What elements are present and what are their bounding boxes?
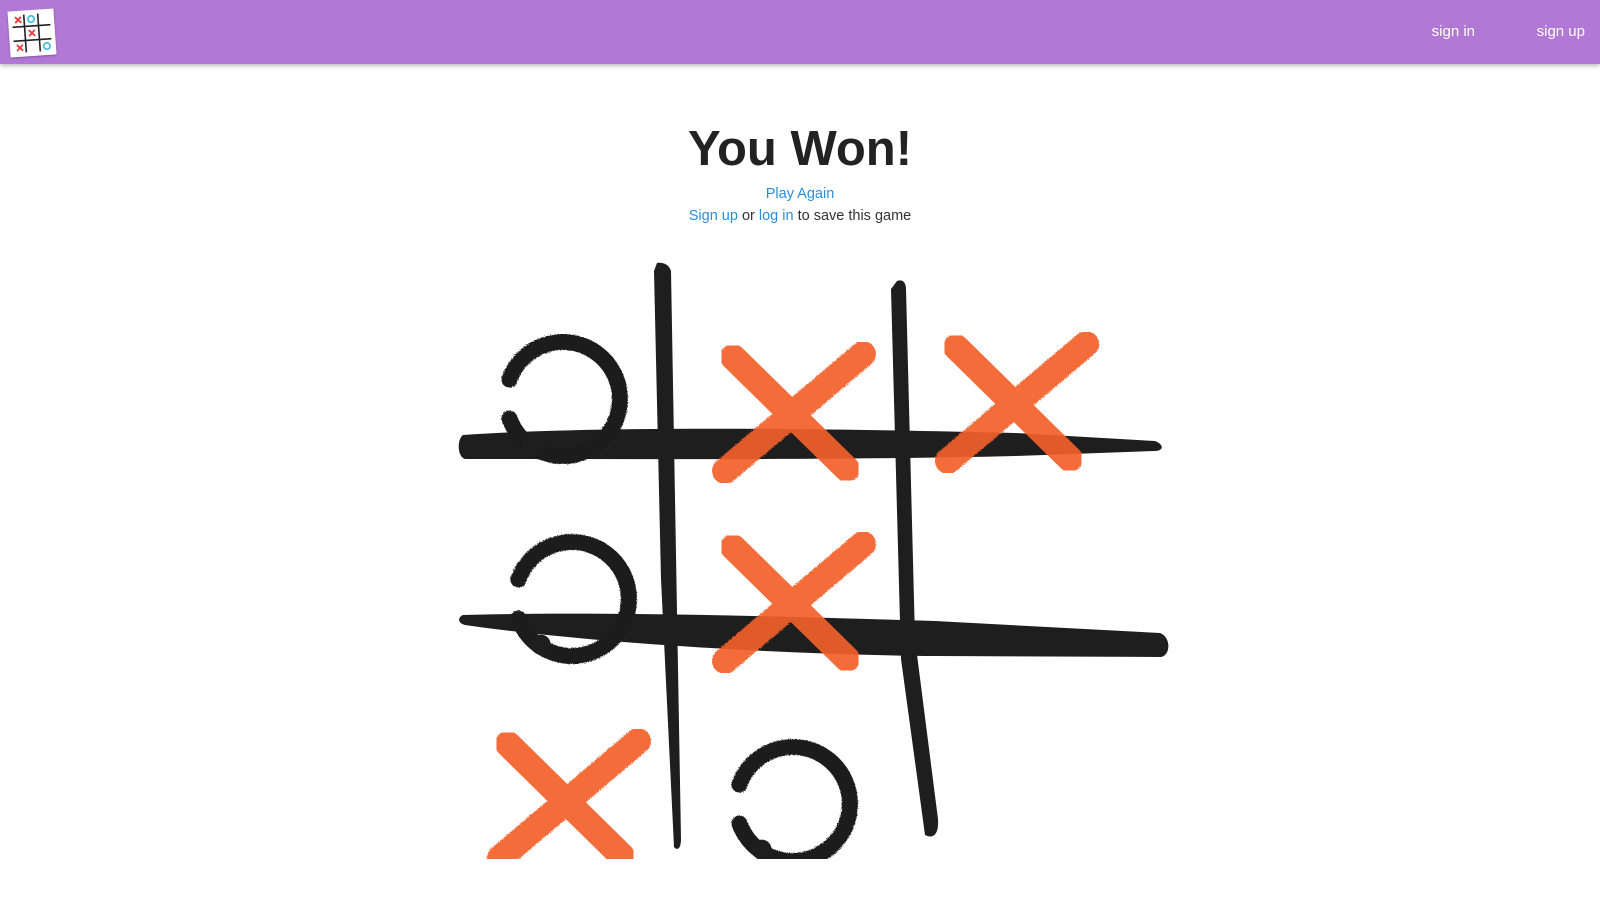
navbar: sign in sign up xyxy=(0,0,1600,64)
board-cell-1 xyxy=(468,314,658,484)
nav-sign-in-link[interactable]: sign in xyxy=(1432,0,1475,64)
save-sign-up-link[interactable]: Sign up xyxy=(689,208,738,224)
board-cell-6[interactable] xyxy=(923,514,1113,684)
play-again-link[interactable]: Play Again xyxy=(766,186,835,202)
board-cell-4 xyxy=(477,514,667,684)
tic-tac-toe-logo-icon[interactable] xyxy=(7,8,57,58)
board-cell-9[interactable] xyxy=(923,719,1113,859)
board-canvas xyxy=(458,262,1169,871)
save-suffix-text: to save this game xyxy=(797,208,912,224)
save-or-text: or xyxy=(741,208,755,224)
board-cell-8 xyxy=(698,719,888,859)
save-game-prompt: Sign up or log in to save this game xyxy=(0,207,1600,225)
board-cell-2 xyxy=(700,324,890,494)
game-result-panel: You Won! Play Again Sign up or log in to… xyxy=(0,64,1600,900)
nav-sign-up-link[interactable]: sign up xyxy=(1537,0,1585,64)
result-title: You Won! xyxy=(687,122,913,176)
board-cells xyxy=(468,314,1113,859)
game-board xyxy=(455,259,1185,871)
page: sign in sign up You Won! Play Again Sign… xyxy=(0,0,1600,900)
board-cell-3 xyxy=(923,314,1113,484)
board-cell-5 xyxy=(700,514,890,684)
board-cell-7 xyxy=(475,711,665,859)
save-log-in-link[interactable]: log in xyxy=(759,208,794,224)
play-again-line: Play Again xyxy=(0,185,1600,203)
